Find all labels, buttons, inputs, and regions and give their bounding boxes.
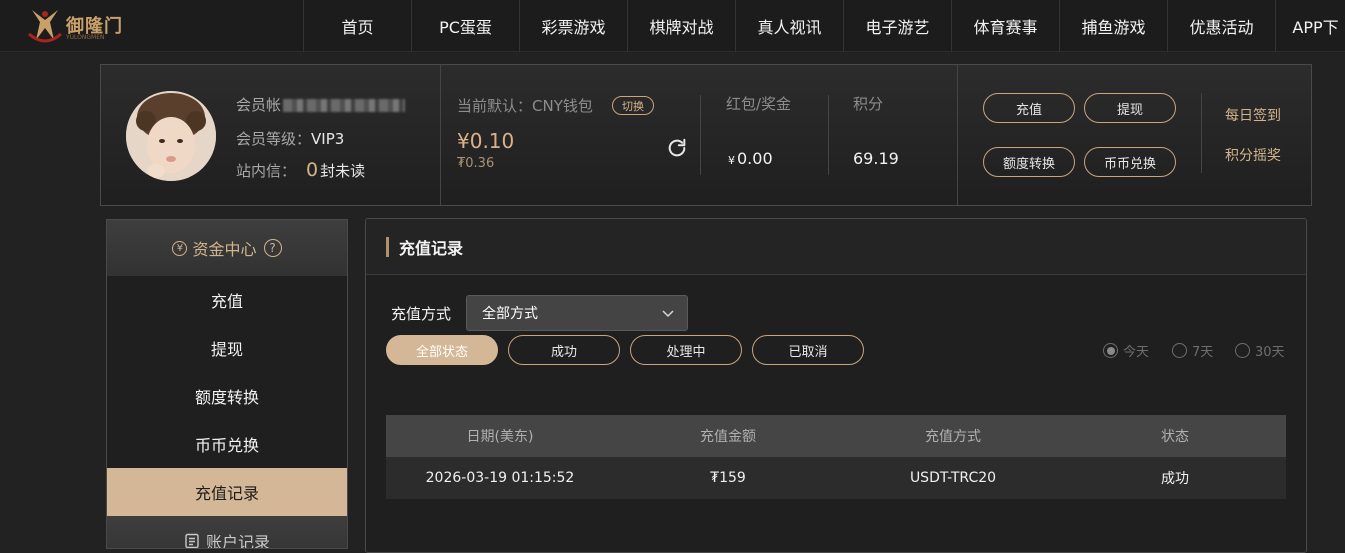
top-navbar: 御隆门 YULONGMEN 首页 PC蛋蛋 彩票游戏 棋牌对战 真人视讯 电子游艺 体育赛事… (0, 0, 1345, 52)
sidebar-item[interactable]: 充值记录 (107, 468, 347, 516)
cell-method: USDT-TRC20 (909, 470, 997, 486)
withdraw-button[interactable]: 提现 (1084, 93, 1176, 123)
chevron-down-icon (662, 310, 674, 318)
sidebar-item[interactable]: 额度转换 (107, 372, 347, 420)
radio-dot-icon (1103, 343, 1118, 358)
cell-date: 2026-03-19 01:15:52 (425, 470, 575, 486)
nav-item[interactable]: 真人视讯 (735, 0, 843, 52)
col-amount: 充值金额 (700, 429, 756, 445)
radio-dot-icon (1235, 343, 1250, 358)
account-masked (283, 99, 406, 112)
deposit-button[interactable]: 充值 (983, 93, 1075, 123)
nav-item[interactable]: 电子游艺 (843, 0, 951, 52)
table-header: 日期(美东) 充值金额 充值方式 状态 (386, 415, 1286, 457)
bonus-amount: 0.00 (737, 149, 773, 168)
cell-amount: ₮159 (710, 470, 746, 486)
records-table: 日期(美东) 充值金额 充值方式 状态 2026-03-19 01:15:52 … (386, 415, 1286, 499)
title-accent-bar (386, 236, 389, 257)
sidebar-item[interactable]: 提现 (107, 324, 347, 372)
nav-item[interactable]: 捕鱼游戏 (1059, 0, 1167, 52)
level-line: 会员等级：VIP3 (236, 128, 344, 149)
page-title: 充值记录 (399, 238, 464, 258)
sidebar-item[interactable]: 币币兑换 (107, 420, 347, 468)
nav-item[interactable]: APP下 (1275, 0, 1345, 52)
date-filter-label: 30天 (1255, 345, 1285, 360)
wallet-balance-usdt: ₮0.36 (457, 156, 495, 171)
sidebar-item-account-records[interactable]: 账户记录 (107, 516, 347, 549)
divider (1201, 93, 1202, 173)
brand-logo[interactable]: 御隆门 YULONGMEN (26, 4, 126, 48)
status-filter-button[interactable]: 已取消 (752, 335, 864, 365)
default-wallet-label: 当前默认：CNY钱包 (457, 97, 593, 115)
quick-actions-section: 充值 提现 额度转换 币币兑换 每日签到 积分摇奖 (958, 65, 1311, 205)
account-label: 会员帐 (236, 96, 282, 114)
points-value: 69.19 (853, 149, 899, 168)
date-filter-label: 今天 (1123, 345, 1150, 360)
main-nav: 首页 PC蛋蛋 彩票游戏 棋牌对战 真人视讯 电子游艺 体育赛事 捕鱼游戏 优惠活动 APP下 (303, 0, 1345, 52)
nav-item[interactable]: 彩票游戏 (519, 0, 627, 52)
member-profile-section: 会员帐 会员等级：VIP3 站内信： 0 封未读 (101, 65, 441, 205)
method-filter-label: 充值方式 (391, 305, 452, 323)
method-select[interactable]: 全部方式 (466, 295, 688, 331)
exchange-button[interactable]: 币币兑换 (1084, 147, 1176, 177)
wallet-balance: ¥0.10 (457, 129, 515, 153)
sidebar-header: ¥ 资金中心 ? (107, 220, 347, 276)
col-status: 状态 (1161, 429, 1189, 445)
fund-center-sidebar: ¥ 资金中心 ? 充值 提现 额度转换 币币兑换 充值记录 账户记录 (106, 219, 348, 549)
panel-header: 充值记录 (366, 219, 1306, 275)
bonus-label: 红包/奖金 (726, 95, 792, 113)
member-info-panel: 会员帐 会员等级：VIP3 站内信： 0 封未读 当前默认：CNY钱包 切换 ¥0.… (100, 64, 1312, 206)
nav-item[interactable]: 棋牌对战 (627, 0, 735, 52)
document-icon (185, 533, 199, 548)
nav-item[interactable]: PC蛋蛋 (411, 0, 519, 52)
switch-wallet-button[interactable]: 切换 (612, 96, 654, 115)
inbox-line[interactable]: 站内信： 0 封未读 (236, 159, 365, 181)
divider (828, 95, 829, 175)
points-lottery-link[interactable]: 积分摇奖 (1225, 145, 1281, 165)
date-filter-label: 7天 (1192, 345, 1214, 360)
method-select-value: 全部方式 (482, 306, 538, 322)
deposit-records-panel: 充值记录 充值方式 全部方式 全部状态 成功 处理中 已取消 今天 7天 30天 日期(美… (365, 218, 1307, 553)
avatar-photo-icon (126, 91, 216, 181)
help-icon[interactable]: ? (263, 239, 282, 257)
status-filter-button[interactable]: 处理中 (630, 335, 742, 365)
yen-icon: ¥ (172, 240, 188, 256)
radio-dot-icon (1172, 343, 1187, 358)
sidebar-menu: 充值 提现 额度转换 币币兑换 充值记录 (107, 276, 347, 516)
col-date: 日期(美东) (466, 429, 534, 445)
sidebar-title: 资金中心 (192, 240, 257, 259)
status-filter-button[interactable]: 全部状态 (386, 335, 498, 365)
daily-checkin-link[interactable]: 每日签到 (1225, 105, 1281, 125)
logo-emblem-icon (28, 10, 62, 43)
bonus-currency: ¥ (728, 154, 735, 167)
date-filter-radio[interactable]: 7天 (1172, 341, 1213, 360)
status-filter-button[interactable]: 成功 (508, 335, 620, 365)
sidebar-footer-label: 账户记录 (205, 533, 270, 549)
table-row[interactable]: 2026-03-19 01:15:52 ₮159 USDT-TRC20 成功 (386, 457, 1286, 499)
date-filter-radio[interactable]: 30天 (1235, 341, 1285, 360)
divider (700, 95, 701, 175)
inbox-label: 站内信： (236, 162, 297, 180)
level-label: 会员等级： (236, 130, 312, 148)
account-line: 会员帐 (236, 94, 406, 115)
unread-label: 封未读 (320, 162, 366, 180)
refresh-icon[interactable] (666, 137, 688, 159)
wallet-section: 当前默认：CNY钱包 切换 ¥0.10 ₮0.36 红包/奖金 ¥0.00 积分… (441, 65, 958, 205)
bonus-value: ¥0.00 (728, 149, 773, 168)
points-label: 积分 (853, 95, 884, 113)
date-filter-radio[interactable]: 今天 (1103, 341, 1149, 360)
nav-item[interactable]: 体育赛事 (951, 0, 1059, 52)
nav-item[interactable]: 首页 (303, 0, 411, 52)
cell-status: 成功 (1161, 471, 1189, 487)
col-method: 充值方式 (925, 429, 981, 445)
nav-item[interactable]: 优惠活动 (1167, 0, 1275, 52)
level-value: VIP3 (311, 130, 345, 148)
avatar[interactable] (126, 91, 216, 181)
brand-subtitle: YULONGMEN (66, 34, 105, 41)
sidebar-item[interactable]: 充值 (107, 276, 347, 324)
transfer-button[interactable]: 额度转换 (983, 147, 1075, 177)
unread-count: 0 (306, 159, 319, 181)
